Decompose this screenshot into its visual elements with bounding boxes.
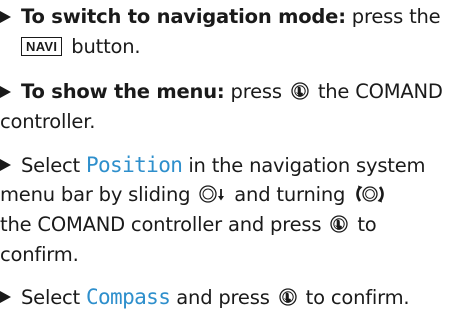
step-text: To switch to navigation mode: press the …	[21, 2, 465, 62]
step-text-segment: controller.	[0, 110, 96, 133]
step-text-segment: Select	[21, 154, 80, 177]
step-text-segment: confirm.	[0, 243, 79, 266]
step-text-segment: press the	[351, 5, 441, 28]
press-controller-icon	[278, 287, 298, 307]
bullet-arrow-icon	[0, 86, 11, 98]
step-text-segment: and press	[176, 286, 270, 309]
step-heading: To show the menu:	[21, 80, 225, 103]
instruction-page: To switch to navigation mode: press the …	[0, 0, 465, 314]
menu-item-position: Position	[85, 153, 183, 177]
step-text: To show the menu: press the COMAND contr…	[0, 77, 465, 137]
step-text-segment: in the navigation system	[188, 154, 426, 177]
step-text-segment: to	[357, 213, 377, 236]
step-text: Select Position in the navigation system…	[0, 150, 465, 270]
bullet-arrow-icon	[0, 11, 11, 23]
step-text: Select Compass and press to confirm.	[21, 282, 465, 312]
step-text-segment: press	[230, 80, 282, 103]
step-text-segment: and turning	[234, 183, 346, 206]
step-text-segment: button.	[71, 35, 141, 58]
bullet-arrow-icon	[0, 291, 11, 303]
turn-controller-icon	[353, 184, 387, 204]
slide-down-controller-icon	[198, 184, 226, 204]
menu-item-compass: Compass	[85, 285, 171, 309]
navi-key: NAVI	[21, 37, 63, 56]
press-controller-icon	[329, 214, 349, 234]
step-text-segment: menu bar by sliding	[0, 183, 191, 206]
step-heading: To switch to navigation mode:	[21, 5, 346, 28]
press-controller-icon	[290, 81, 310, 101]
bullet-arrow-icon	[0, 159, 11, 171]
step-text-segment: to confirm.	[305, 286, 410, 309]
step-text-segment: Select	[21, 286, 80, 309]
step-text-segment: the COMAND controller and press	[0, 213, 322, 236]
step-text-segment: the COMAND	[317, 80, 443, 103]
